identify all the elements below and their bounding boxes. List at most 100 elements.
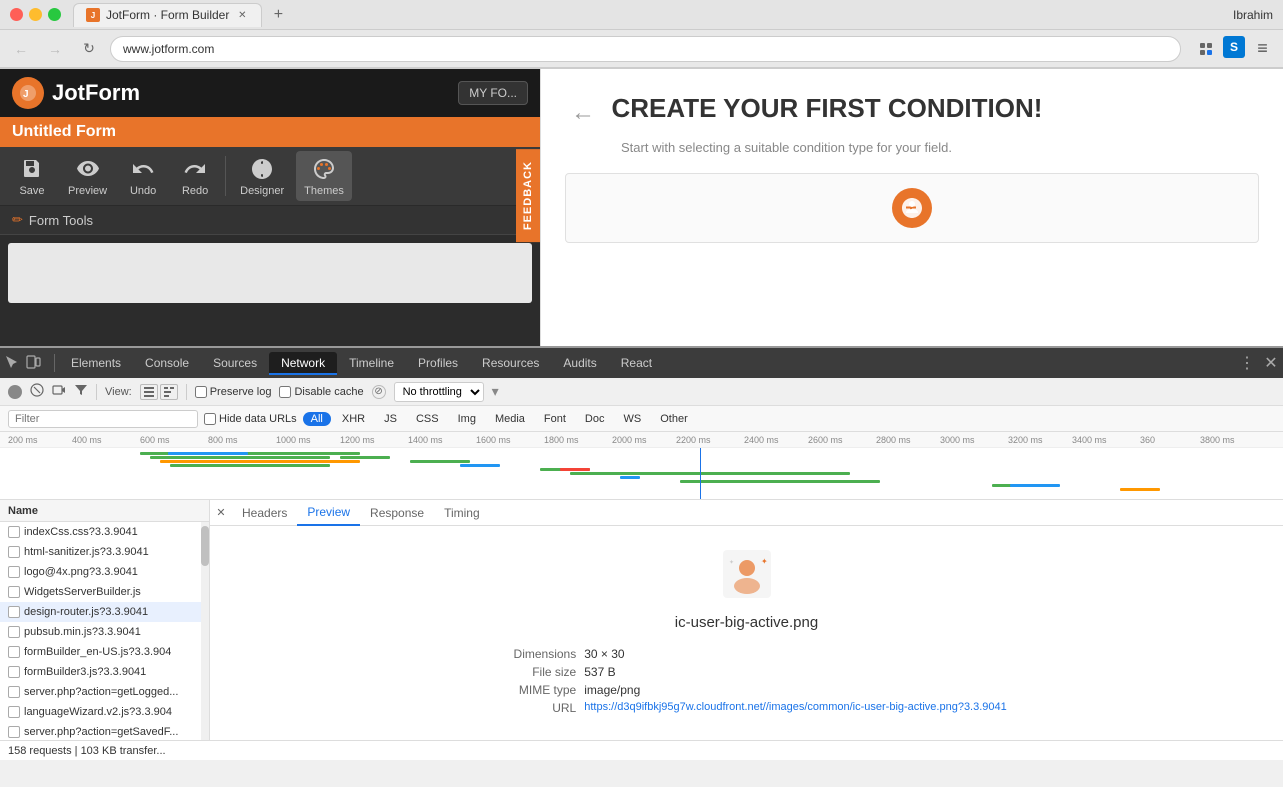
menu-icon[interactable]: ≡ — [1249, 36, 1275, 62]
video-icon[interactable] — [52, 383, 66, 400]
detail-close-btn[interactable]: ✕ — [214, 506, 228, 520]
close-button[interactable] — [10, 8, 23, 21]
scrollbar-thumb[interactable] — [201, 526, 209, 566]
designer-tool[interactable]: Designer — [232, 151, 292, 201]
devtools-close-icon[interactable]: ✕ — [1263, 355, 1279, 371]
file-checkbox-4[interactable] — [8, 606, 20, 618]
file-item-4[interactable]: design-router.js?3.3.9041 — [0, 602, 209, 622]
tab-headers[interactable]: Headers — [232, 500, 297, 526]
file-item-7[interactable]: formBuilder3.js?3.3.9041 — [0, 662, 209, 682]
filter-all-btn[interactable]: All — [303, 412, 331, 426]
disable-cache-checkbox[interactable]: Disable cache — [279, 386, 363, 398]
network-bars — [0, 448, 1283, 500]
condition-header: ← CREATE YOUR FIRST CONDITION! — [541, 69, 1283, 139]
tab-response[interactable]: Response — [360, 500, 434, 526]
reload-button[interactable]: ↻ — [76, 36, 102, 62]
file-checkbox-3[interactable] — [8, 586, 20, 598]
feedback-button[interactable]: FEEDBACK — [516, 149, 540, 242]
new-tab-button[interactable]: + — [266, 3, 290, 27]
preview-tool[interactable]: Preview — [60, 151, 115, 201]
forward-button[interactable]: → — [42, 36, 68, 62]
list-view-btn[interactable] — [140, 384, 158, 400]
my-forms-button[interactable]: MY FO... — [458, 81, 528, 105]
toolbar-sep2 — [186, 384, 187, 400]
redo-tool[interactable]: Redo — [171, 151, 219, 201]
url-value[interactable]: https://d3q9ifbkj95g7w.cloudfront.net//i… — [584, 701, 1007, 713]
minimize-button[interactable] — [29, 8, 42, 21]
file-checkbox-10[interactable] — [8, 726, 20, 738]
waterfall-view-btn[interactable] — [160, 384, 178, 400]
filter-input[interactable] — [8, 410, 198, 428]
tab-console[interactable]: Console — [133, 352, 201, 374]
url-bar[interactable]: www.jotform.com — [110, 36, 1181, 62]
file-checkbox[interactable] — [8, 526, 20, 538]
device-icon[interactable] — [24, 354, 42, 372]
browser-tab[interactable]: J JotForm · Form Builder ✕ — [73, 3, 262, 27]
filter-js-btn[interactable]: JS — [376, 412, 405, 426]
extensions-icon[interactable] — [1193, 36, 1219, 62]
filter-font-btn[interactable]: Font — [536, 412, 574, 426]
tab-audits[interactable]: Audits — [551, 352, 608, 374]
tab-sources[interactable]: Sources — [201, 352, 269, 374]
throttle-select[interactable]: No throttling — [394, 382, 484, 402]
file-item-8[interactable]: server.php?action=getLogged... — [0, 682, 209, 702]
record-button[interactable] — [8, 385, 22, 399]
jotform-logo-icon: J — [12, 77, 44, 109]
skype-icon[interactable]: S — [1223, 36, 1245, 58]
tab-timing[interactable]: Timing — [434, 500, 490, 526]
file-item-5[interactable]: pubsub.min.js?3.3.9041 — [0, 622, 209, 642]
preserve-log-checkbox[interactable]: Preserve log — [195, 386, 272, 398]
offline-button[interactable]: ⊘ — [372, 385, 386, 399]
file-checkbox-1[interactable] — [8, 546, 20, 558]
maximize-button[interactable] — [48, 8, 61, 21]
tab-timeline[interactable]: Timeline — [337, 352, 406, 374]
disable-cache-input[interactable] — [279, 386, 291, 398]
filter-media-btn[interactable]: Media — [487, 412, 533, 426]
file-item-1[interactable]: html-sanitizer.js?3.3.9041 — [0, 542, 209, 562]
filter-other-btn[interactable]: Other — [652, 412, 696, 426]
tab-elements[interactable]: Elements — [59, 352, 133, 374]
filter-icon[interactable] — [74, 383, 88, 400]
hide-urls-input[interactable] — [204, 413, 216, 425]
file-item-2[interactable]: logo@4x.png?3.3.9041 — [0, 562, 209, 582]
form-title-text: Untitled Form — [12, 123, 116, 140]
tab-network[interactable]: Network — [269, 352, 337, 374]
clear-button[interactable] — [30, 383, 44, 400]
file-item-10[interactable]: server.php?action=getSavedF... — [0, 722, 209, 740]
window-controls[interactable] — [10, 8, 61, 21]
tab-preview[interactable]: Preview — [297, 500, 360, 526]
net-bar-10 — [560, 468, 590, 471]
file-checkbox-8[interactable] — [8, 686, 20, 698]
preserve-log-input[interactable] — [195, 386, 207, 398]
inspect-icon[interactable] — [4, 354, 22, 372]
devtools-more-icon[interactable]: ⋮ — [1239, 355, 1255, 371]
themes-tool[interactable]: Themes — [296, 151, 352, 201]
add-condition-button[interactable] — [892, 188, 932, 228]
file-item-6[interactable]: formBuilder_en-US.js?3.3.904 — [0, 642, 209, 662]
file-checkbox-7[interactable] — [8, 666, 20, 678]
filter-img-btn[interactable]: Img — [450, 412, 484, 426]
filter-doc-btn[interactable]: Doc — [577, 412, 613, 426]
file-item-9[interactable]: languageWizard.v2.js?3.3.904 — [0, 702, 209, 722]
file-list-scroll[interactable]: indexCss.css?3.3.9041 html-sanitizer.js?… — [0, 522, 209, 740]
back-button[interactable]: ← — [8, 36, 34, 62]
file-item-3[interactable]: WidgetsServerBuilder.js — [0, 582, 209, 602]
file-item-0[interactable]: indexCss.css?3.3.9041 — [0, 522, 209, 542]
file-checkbox-2[interactable] — [8, 566, 20, 578]
undo-tool[interactable]: Undo — [119, 151, 167, 201]
file-checkbox-6[interactable] — [8, 646, 20, 658]
tab-close-button[interactable]: ✕ — [235, 8, 249, 22]
throttle-dropdown-icon[interactable]: ▾ — [492, 383, 499, 400]
tab-profiles[interactable]: Profiles — [406, 352, 470, 374]
filter-xhr-btn[interactable]: XHR — [334, 412, 373, 426]
back-button[interactable]: ← — [571, 99, 595, 127]
file-checkbox-9[interactable] — [8, 706, 20, 718]
filter-ws-btn[interactable]: WS — [615, 412, 649, 426]
hide-urls-checkbox[interactable]: Hide data URLs — [204, 413, 297, 425]
file-checkbox-5[interactable] — [8, 626, 20, 638]
save-tool[interactable]: Save — [8, 151, 56, 201]
tab-resources[interactable]: Resources — [470, 352, 551, 374]
filter-css-btn[interactable]: CSS — [408, 412, 447, 426]
tab-react[interactable]: React — [609, 352, 664, 374]
jotform-logo: J JotForm — [12, 77, 140, 109]
